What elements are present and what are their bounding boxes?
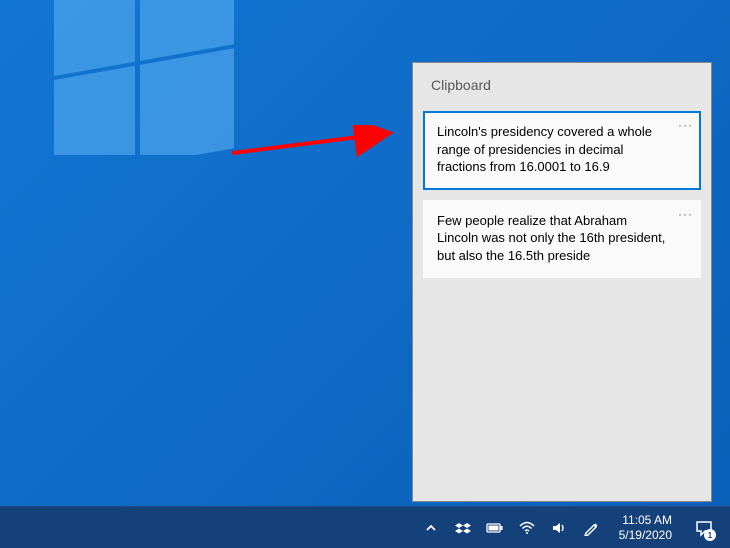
annotation-arrow (230, 125, 405, 165)
clipboard-title: Clipboard (413, 63, 711, 111)
ellipses-icon[interactable]: ··· (678, 208, 693, 220)
notification-count-badge: 1 (704, 529, 716, 541)
taskbar: 11:05 AM 5/19/2020 1 (0, 506, 730, 548)
clipboard-item[interactable]: Few people realize that Abraham Lincoln … (423, 200, 701, 279)
ink-workspace-tray-icon[interactable] (581, 507, 601, 548)
taskbar-time: 11:05 AM (622, 513, 672, 528)
volume-tray-icon[interactable] (549, 507, 569, 548)
show-hidden-icons-chevron[interactable] (421, 507, 441, 548)
clipboard-item[interactable]: Lincoln's presidency covered a whole ran… (423, 111, 701, 190)
clipboard-item-text: Few people realize that Abraham Lincoln … (437, 212, 687, 265)
clipboard-panel: Clipboard Lincoln's presidency covered a… (412, 62, 712, 502)
wifi-tray-icon[interactable] (517, 507, 537, 548)
battery-tray-icon[interactable] (485, 507, 505, 548)
clipboard-items-list: Lincoln's presidency covered a whole ran… (413, 111, 711, 278)
dropbox-tray-icon[interactable] (453, 507, 473, 548)
ellipses-icon[interactable]: ··· (678, 119, 693, 131)
clipboard-item-text: Lincoln's presidency covered a whole ran… (437, 123, 687, 176)
action-center-icon[interactable]: 1 (690, 507, 718, 548)
system-tray: 11:05 AM 5/19/2020 1 (413, 507, 726, 548)
taskbar-clock[interactable]: 11:05 AM 5/19/2020 (613, 513, 678, 543)
windows-logo (54, 0, 234, 155)
taskbar-date: 5/19/2020 (619, 528, 672, 543)
